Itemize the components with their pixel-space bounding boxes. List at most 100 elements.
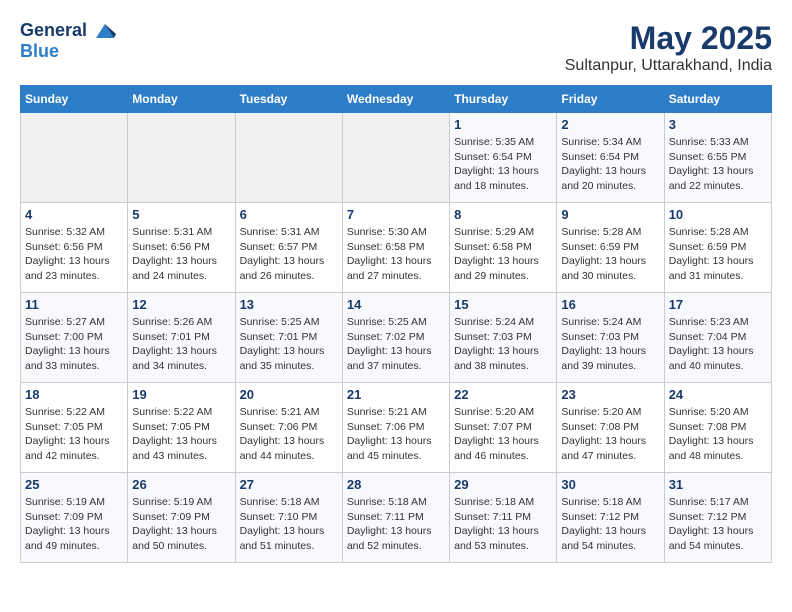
weekday-header: Tuesday [235, 86, 342, 113]
calendar-table: SundayMondayTuesdayWednesdayThursdayFrid… [20, 85, 772, 563]
day-info: Sunrise: 5:19 AM Sunset: 7:09 PM Dayligh… [25, 495, 123, 554]
logo-text: General [20, 20, 116, 42]
month-title: May 2025 [565, 20, 772, 57]
day-number: 30 [561, 477, 659, 492]
calendar-cell [342, 113, 449, 203]
day-info: Sunrise: 5:34 AM Sunset: 6:54 PM Dayligh… [561, 135, 659, 194]
day-info: Sunrise: 5:28 AM Sunset: 6:59 PM Dayligh… [669, 225, 767, 284]
title-block: May 2025 Sultanpur, Uttarakhand, India [565, 20, 772, 75]
day-info: Sunrise: 5:20 AM Sunset: 7:08 PM Dayligh… [669, 405, 767, 464]
location-title: Sultanpur, Uttarakhand, India [565, 57, 772, 75]
calendar-cell: 13 Sunrise: 5:25 AM Sunset: 7:01 PM Dayli… [235, 293, 342, 383]
day-info: Sunrise: 5:30 AM Sunset: 6:58 PM Dayligh… [347, 225, 445, 284]
calendar-cell: 25 Sunrise: 5:19 AM Sunset: 7:09 PM Dayli… [21, 473, 128, 563]
day-number: 16 [561, 297, 659, 312]
day-number: 13 [240, 297, 338, 312]
day-number: 24 [669, 387, 767, 402]
day-number: 23 [561, 387, 659, 402]
calendar-cell: 28Sunrise: 5:18 AM Sunset: 7:11 PM Dayli… [342, 473, 449, 563]
calendar-cell: 18 Sunrise: 5:22 AM Sunset: 7:05 PM Dayli… [21, 383, 128, 473]
day-info: Sunrise: 5:21 AM Sunset: 7:06 PM Dayligh… [347, 405, 445, 464]
calendar-cell: 4 Sunrise: 5:32 AM Sunset: 6:56 PM Daylig… [21, 203, 128, 293]
day-info: Sunrise: 5:35 AM Sunset: 6:54 PM Dayligh… [454, 135, 552, 194]
day-info: Sunrise: 5:31 AM Sunset: 6:56 PM Dayligh… [132, 225, 230, 284]
calendar-header-row: SundayMondayTuesdayWednesdayThursdayFrid… [21, 86, 772, 113]
calendar-cell: 12Sunrise: 5:26 AM Sunset: 7:01 PM Dayli… [128, 293, 235, 383]
weekday-header: Friday [557, 86, 664, 113]
day-number: 7 [347, 207, 445, 222]
day-number: 14 [347, 297, 445, 312]
day-info: Sunrise: 5:25 AM Sunset: 7:01 PM Dayligh… [240, 315, 338, 374]
day-info: Sunrise: 5:19 AM Sunset: 7:09 PM Dayligh… [132, 495, 230, 554]
day-number: 8 [454, 207, 552, 222]
calendar-cell [235, 113, 342, 203]
calendar-cell [21, 113, 128, 203]
day-number: 28 [347, 477, 445, 492]
day-info: Sunrise: 5:24 AM Sunset: 7:03 PM Dayligh… [561, 315, 659, 374]
calendar-cell: 10 Sunrise: 5:28 AM Sunset: 6:59 PM Dayli… [664, 203, 771, 293]
day-number: 21 [347, 387, 445, 402]
calendar-cell: 2 Sunrise: 5:34 AM Sunset: 6:54 PM Daylig… [557, 113, 664, 203]
day-info: Sunrise: 5:29 AM Sunset: 6:58 PM Dayligh… [454, 225, 552, 284]
day-info: Sunrise: 5:23 AM Sunset: 7:04 PM Dayligh… [669, 315, 767, 374]
calendar-week-row: 4 Sunrise: 5:32 AM Sunset: 6:56 PM Daylig… [21, 203, 772, 293]
calendar-cell: 23 Sunrise: 5:20 AM Sunset: 7:08 PM Dayli… [557, 383, 664, 473]
calendar-cell: 19 Sunrise: 5:22 AM Sunset: 7:05 PM Dayli… [128, 383, 235, 473]
day-number: 22 [454, 387, 552, 402]
calendar-cell: 7 Sunrise: 5:30 AM Sunset: 6:58 PM Daylig… [342, 203, 449, 293]
day-number: 6 [240, 207, 338, 222]
day-info: Sunrise: 5:26 AM Sunset: 7:01 PM Dayligh… [132, 315, 230, 374]
day-info: Sunrise: 5:22 AM Sunset: 7:05 PM Dayligh… [25, 405, 123, 464]
calendar-cell: 15Sunrise: 5:24 AM Sunset: 7:03 PM Dayli… [450, 293, 557, 383]
day-info: Sunrise: 5:18 AM Sunset: 7:12 PM Dayligh… [561, 495, 659, 554]
day-number: 1 [454, 117, 552, 132]
calendar-week-row: 1 Sunrise: 5:35 AM Sunset: 6:54 PM Daylig… [21, 113, 772, 203]
day-number: 9 [561, 207, 659, 222]
day-info: Sunrise: 5:32 AM Sunset: 6:56 PM Dayligh… [25, 225, 123, 284]
weekday-header: Wednesday [342, 86, 449, 113]
day-info: Sunrise: 5:27 AM Sunset: 7:00 PM Dayligh… [25, 315, 123, 374]
weekday-header: Sunday [21, 86, 128, 113]
calendar-cell: 22 Sunrise: 5:20 AM Sunset: 7:07 PM Dayli… [450, 383, 557, 473]
day-number: 26 [132, 477, 230, 492]
calendar-cell: 3 Sunrise: 5:33 AM Sunset: 6:55 PM Daylig… [664, 113, 771, 203]
day-info: Sunrise: 5:21 AM Sunset: 7:06 PM Dayligh… [240, 405, 338, 464]
page-header: General Blue May 2025 Sultanpur, Uttarak… [20, 20, 772, 75]
calendar-cell: 20 Sunrise: 5:21 AM Sunset: 7:06 PM Dayli… [235, 383, 342, 473]
calendar-cell: 16 Sunrise: 5:24 AM Sunset: 7:03 PM Dayli… [557, 293, 664, 383]
calendar-week-row: 25 Sunrise: 5:19 AM Sunset: 7:09 PM Dayli… [21, 473, 772, 563]
day-number: 19 [132, 387, 230, 402]
day-info: Sunrise: 5:20 AM Sunset: 7:07 PM Dayligh… [454, 405, 552, 464]
day-number: 27 [240, 477, 338, 492]
day-number: 10 [669, 207, 767, 222]
calendar-cell: 6Sunrise: 5:31 AM Sunset: 6:57 PM Daylig… [235, 203, 342, 293]
calendar-cell: 31Sunrise: 5:17 AM Sunset: 7:12 PM Dayli… [664, 473, 771, 563]
day-number: 5 [132, 207, 230, 222]
logo-icon [94, 20, 116, 42]
day-info: Sunrise: 5:28 AM Sunset: 6:59 PM Dayligh… [561, 225, 659, 284]
day-number: 3 [669, 117, 767, 132]
calendar-cell: 27Sunrise: 5:18 AM Sunset: 7:10 PM Dayli… [235, 473, 342, 563]
day-number: 25 [25, 477, 123, 492]
calendar-cell: 8 Sunrise: 5:29 AM Sunset: 6:58 PM Daylig… [450, 203, 557, 293]
day-number: 15 [454, 297, 552, 312]
day-number: 2 [561, 117, 659, 132]
day-info: Sunrise: 5:33 AM Sunset: 6:55 PM Dayligh… [669, 135, 767, 194]
day-info: Sunrise: 5:20 AM Sunset: 7:08 PM Dayligh… [561, 405, 659, 464]
day-number: 4 [25, 207, 123, 222]
day-number: 31 [669, 477, 767, 492]
calendar-cell: 11 Sunrise: 5:27 AM Sunset: 7:00 PM Dayli… [21, 293, 128, 383]
logo-blue: Blue [20, 42, 116, 62]
calendar-cell: 24 Sunrise: 5:20 AM Sunset: 7:08 PM Dayli… [664, 383, 771, 473]
calendar-cell: 5 Sunrise: 5:31 AM Sunset: 6:56 PM Daylig… [128, 203, 235, 293]
day-number: 18 [25, 387, 123, 402]
calendar-cell: 17Sunrise: 5:23 AM Sunset: 7:04 PM Dayli… [664, 293, 771, 383]
day-info: Sunrise: 5:22 AM Sunset: 7:05 PM Dayligh… [132, 405, 230, 464]
day-number: 20 [240, 387, 338, 402]
calendar-cell: 29Sunrise: 5:18 AM Sunset: 7:11 PM Dayli… [450, 473, 557, 563]
logo: General Blue [20, 20, 116, 62]
calendar-cell: 9 Sunrise: 5:28 AM Sunset: 6:59 PM Daylig… [557, 203, 664, 293]
calendar-cell: 26 Sunrise: 5:19 AM Sunset: 7:09 PM Dayli… [128, 473, 235, 563]
day-number: 11 [25, 297, 123, 312]
calendar-week-row: 11 Sunrise: 5:27 AM Sunset: 7:00 PM Dayli… [21, 293, 772, 383]
